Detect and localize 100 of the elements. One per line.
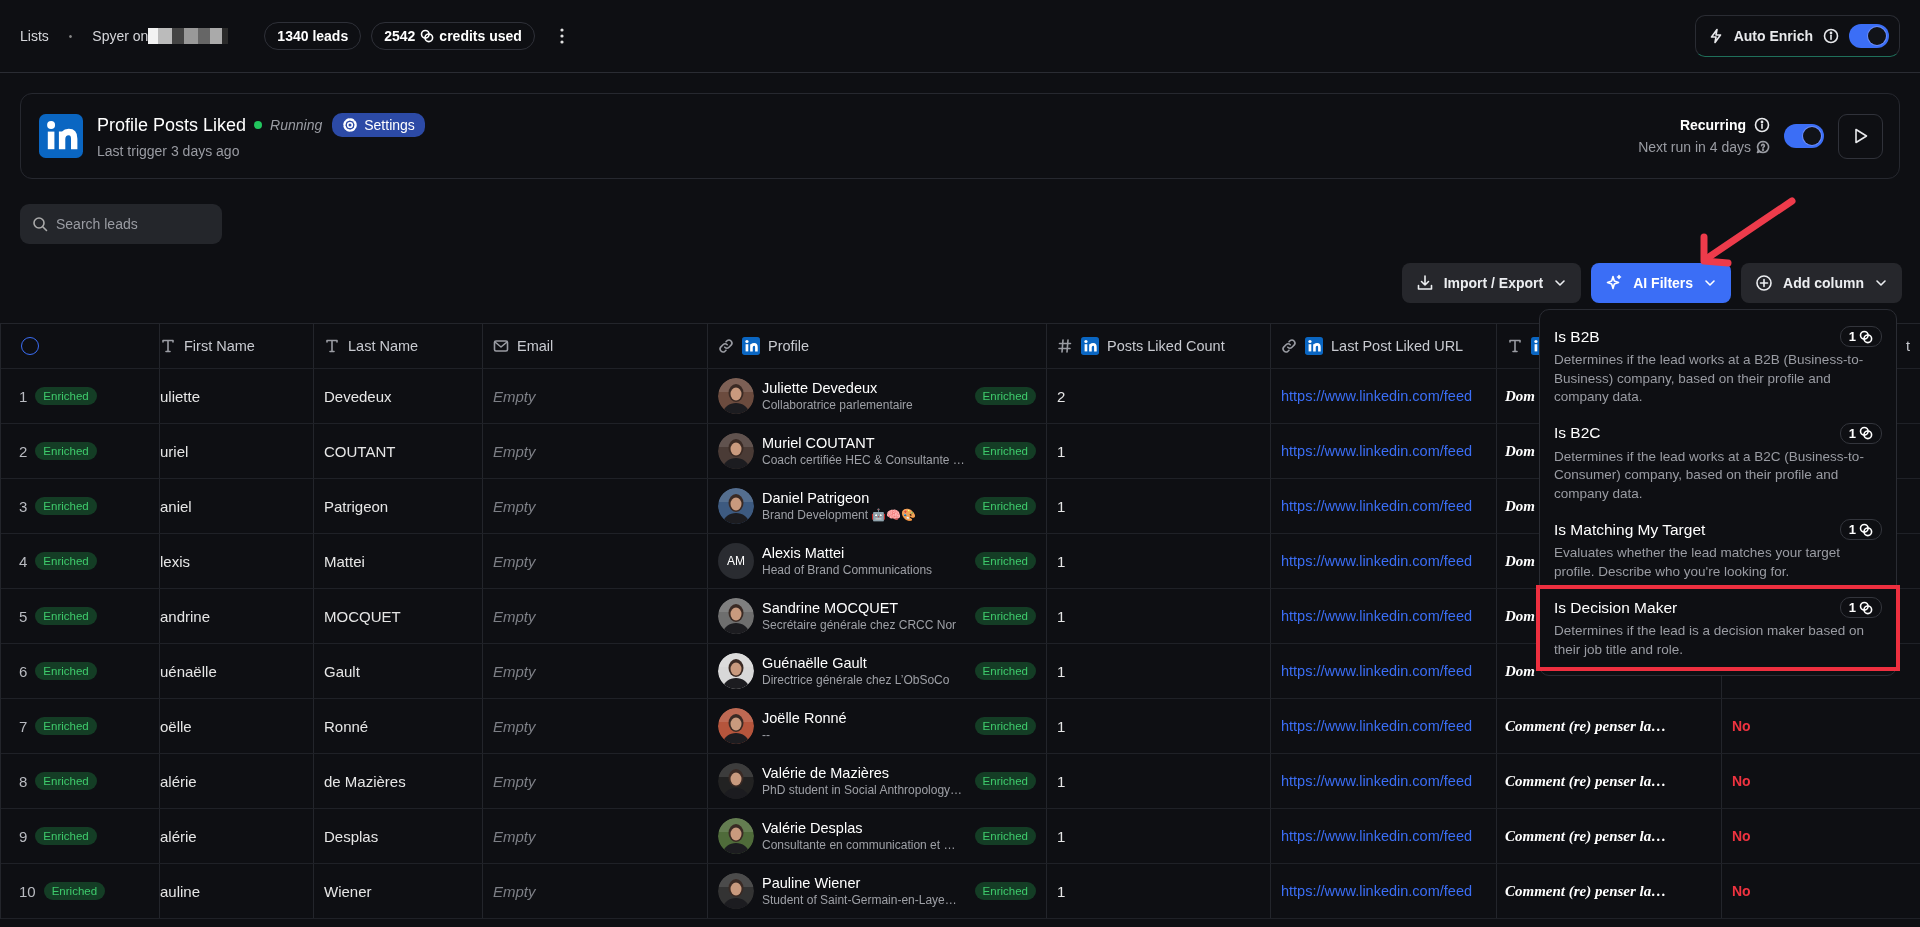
- profile-headline: Directrice générale chez L’ObSoCo: [762, 673, 950, 687]
- column-header[interactable]: Email: [517, 338, 554, 354]
- post-link[interactable]: https://www.linkedin.com/feed: [1281, 388, 1472, 404]
- column-header[interactable]: Posts Liked Count: [1107, 338, 1225, 354]
- linkedin-icon: [1305, 337, 1323, 355]
- toggle-switch[interactable]: [1784, 124, 1824, 148]
- table-cell: Comment (re) penser la…: [1505, 882, 1667, 900]
- column-header[interactable]: Last Name: [348, 338, 419, 354]
- table-cell: Wiener: [324, 882, 372, 900]
- column-header[interactable]: First Name: [184, 338, 255, 354]
- profile-headline: Brand Development 🤖🧠🎨: [762, 508, 917, 522]
- enriched-badge: Enriched: [35, 497, 97, 515]
- post-link[interactable]: https://www.linkedin.com/feed: [1281, 608, 1472, 624]
- profile-name[interactable]: Valérie Desplas: [762, 820, 956, 836]
- column-header[interactable]: t: [1905, 338, 1910, 354]
- table-cell: Empty: [483, 534, 708, 588]
- enriched-badge: Enriched: [974, 882, 1036, 900]
- filter-description: Determines if the lead works at a B2C (Business-to-Consumer) company, based on their profile and company data.: [1554, 447, 1865, 503]
- filter-option[interactable]: Is B2C 1 Determines if the lead works at a B2C (Business-to-Consumer) company, based on their profile and company data.: [1540, 414, 1896, 511]
- row-number: 7: [19, 717, 28, 735]
- play-icon: [1852, 127, 1869, 145]
- coins-icon: [1859, 329, 1873, 344]
- ai-filters-button[interactable]: AI Filters: [1591, 263, 1732, 303]
- post-link[interactable]: https://www.linkedin.com/feed: [1281, 773, 1472, 789]
- post-link[interactable]: https://www.linkedin.com/feed: [1281, 498, 1472, 514]
- profile-headline: Secrétaire générale chez CRCC Nor: [762, 618, 957, 632]
- linkedin-icon: [742, 337, 760, 355]
- last-trigger-text: Last trigger 3 days ago: [97, 143, 241, 159]
- recurring-label: Recurring: [1679, 117, 1746, 133]
- table-cell: 1: [1057, 772, 1066, 790]
- profile-name[interactable]: Daniel Patrigeon: [762, 490, 917, 506]
- enriched-badge: Enriched: [974, 827, 1036, 845]
- profile-name[interactable]: Pauline Wiener: [762, 875, 957, 891]
- toggle-switch[interactable]: [1849, 24, 1889, 48]
- add-column-button[interactable]: Add column: [1741, 263, 1902, 303]
- enriched-badge: Enriched: [974, 772, 1036, 790]
- more-menu-icon[interactable]: [558, 27, 565, 45]
- link-icon: [1281, 338, 1297, 354]
- post-link[interactable]: https://www.linkedin.com/feed: [1281, 718, 1472, 734]
- table-cell: Comment (re) penser la…: [1505, 717, 1667, 735]
- table-cell: Empty: [483, 369, 708, 423]
- post-link[interactable]: https://www.linkedin.com/feed: [1281, 663, 1472, 679]
- breadcrumb-link[interactable]: Lists: [20, 28, 49, 44]
- link-icon: [718, 338, 734, 354]
- cost-value: 1: [1848, 522, 1856, 537]
- table-cell: Dom: [1505, 387, 1535, 405]
- profile-name[interactable]: Alexis Mattei: [762, 545, 933, 561]
- text-type-icon: [1507, 338, 1523, 354]
- table-cell: Dom: [1505, 497, 1535, 515]
- table-cell: 1: [1057, 882, 1066, 900]
- table-cell: 1: [1057, 717, 1066, 735]
- profile-name[interactable]: Sandrine MOCQUET: [762, 600, 957, 616]
- filter-option[interactable]: Is Decision Maker 1 Determines if the lead is a decision maker based on their job title and role.: [1540, 589, 1896, 667]
- table-cell: Mattei: [324, 552, 365, 570]
- filter-title: Is Matching My Target: [1554, 520, 1706, 539]
- table-cell: Desplas: [324, 827, 379, 845]
- profile-name[interactable]: Valérie de Mazières: [762, 765, 963, 781]
- enriched-badge: Enriched: [35, 717, 97, 735]
- table-cell: lexis: [160, 552, 190, 570]
- profile-name[interactable]: Juliette Devedeux: [762, 380, 913, 396]
- column-header[interactable]: Last Post Liked URL: [1331, 338, 1464, 354]
- enriched-badge: Enriched: [43, 882, 106, 900]
- post-link[interactable]: https://www.linkedin.com/feed: [1281, 883, 1472, 899]
- profile-name[interactable]: Muriel COUTANT: [762, 435, 965, 451]
- table-cell: Empty: [483, 424, 708, 478]
- enriched-badge: Enriched: [974, 717, 1036, 735]
- table-cell: Devedeux: [324, 387, 392, 405]
- column-header[interactable]: Profile: [768, 338, 810, 354]
- profile-name[interactable]: Guénaëlle Gault: [762, 655, 950, 671]
- hash-icon: [1057, 338, 1073, 354]
- post-link[interactable]: https://www.linkedin.com/feed: [1281, 443, 1472, 459]
- settings-button[interactable]: Settings: [332, 113, 425, 137]
- filter-option[interactable]: Is B2B 1 Determines if the lead works at a B2B (Business-to-Business) company, based on their profile and company data.: [1540, 318, 1896, 415]
- table-cell: Comment (re) penser la…: [1505, 772, 1667, 790]
- search-icon: [32, 216, 48, 232]
- profile-name[interactable]: Joëlle Ronné: [762, 710, 847, 726]
- import-export-button[interactable]: Import / Export: [1401, 263, 1582, 303]
- coins-icon: [1859, 522, 1873, 537]
- text-type-icon: [324, 338, 340, 354]
- status-label: Running: [270, 117, 323, 133]
- profile-headline: Consultante en communication et …: [762, 838, 956, 852]
- table-cell: MOCQUET: [324, 607, 401, 625]
- table-cell: Empty: [483, 644, 708, 698]
- filter-option[interactable]: Is Matching My Target 1 Evaluates whether the lead matches your target profile. Describe who you're looking for.: [1540, 511, 1896, 589]
- credits-count: 2542: [384, 28, 416, 44]
- post-link[interactable]: https://www.linkedin.com/feed: [1281, 828, 1472, 844]
- table-cell: oëlle: [160, 717, 192, 735]
- search-field[interactable]: Search leads: [20, 204, 222, 244]
- run-button[interactable]: [1838, 113, 1883, 159]
- table-cell: 1: [1057, 442, 1066, 460]
- profile-headline: Head of Brand Communications: [762, 563, 933, 577]
- linkedin-icon: [1081, 337, 1099, 355]
- table-cell: 1: [1057, 607, 1066, 625]
- row-number: 6: [19, 662, 28, 680]
- post-link[interactable]: https://www.linkedin.com/feed: [1281, 553, 1472, 569]
- table-cell: andrine: [160, 607, 211, 625]
- row-number: 1: [19, 387, 28, 405]
- coins-icon: [1859, 600, 1873, 615]
- filter-title: Is B2B: [1554, 327, 1600, 346]
- breadcrumb-separator: •: [68, 30, 73, 42]
